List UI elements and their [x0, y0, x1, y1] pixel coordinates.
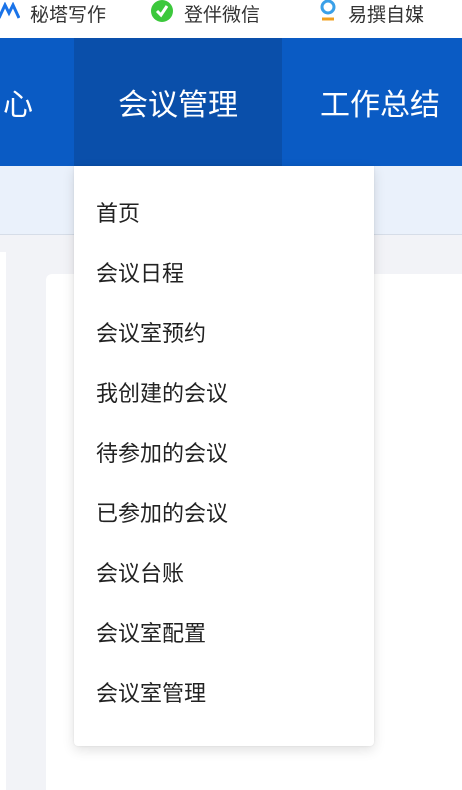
main-nav: 心 会议管理 工作总结: [0, 38, 462, 166]
menu-item-my-created-meetings[interactable]: 我创建的会议: [96, 380, 228, 410]
bookmark-label: 秘塔写作: [30, 3, 107, 26]
metaso-icon: [0, 1, 21, 25]
menu-item-meeting-ledger[interactable]: 会议台账: [96, 560, 184, 590]
nav-item-label: 会议管理: [118, 88, 238, 123]
menu-item-meeting-schedule[interactable]: 会议日程: [96, 260, 184, 290]
check-circle-icon: [150, 0, 174, 28]
nav-item-center[interactable]: 心: [0, 38, 40, 166]
bookmarks-bar: 秘塔写作 登伴微信 易撰自媒: [0, 0, 462, 38]
menu-item-room-configuration[interactable]: 会议室配置: [96, 620, 206, 650]
menu-item-attended-meetings[interactable]: 已参加的会议: [96, 500, 228, 530]
nav-item-label: 心: [3, 88, 33, 123]
nav-item-work-summary[interactable]: 工作总结: [306, 38, 462, 166]
nav-item-meeting-management[interactable]: 会议管理: [74, 38, 282, 166]
bookmark-label: 易撰自媒: [348, 3, 425, 26]
menu-item-pending-meetings[interactable]: 待参加的会议: [96, 440, 228, 470]
bookmark-yizhuan[interactable]: 易撰自媒: [318, 0, 425, 26]
left-panel: [0, 252, 6, 790]
bookmark-label: 登伴微信: [184, 3, 261, 26]
bookmark-metaso[interactable]: 秘塔写作: [0, 1, 107, 26]
menu-item-room-booking[interactable]: 会议室预约: [96, 320, 206, 350]
nav-item-label: 工作总结: [320, 88, 440, 123]
bookmark-wechat[interactable]: 登伴微信: [150, 0, 261, 26]
menu-item-room-management[interactable]: 会议室管理: [96, 680, 206, 710]
meeting-management-dropdown: 首页 会议日程 会议室预约 我创建的会议 待参加的会议 已参加的会议 会议台账 …: [74, 166, 374, 746]
menu-item-home[interactable]: 首页: [96, 200, 140, 230]
pin-icon: [318, 0, 338, 28]
